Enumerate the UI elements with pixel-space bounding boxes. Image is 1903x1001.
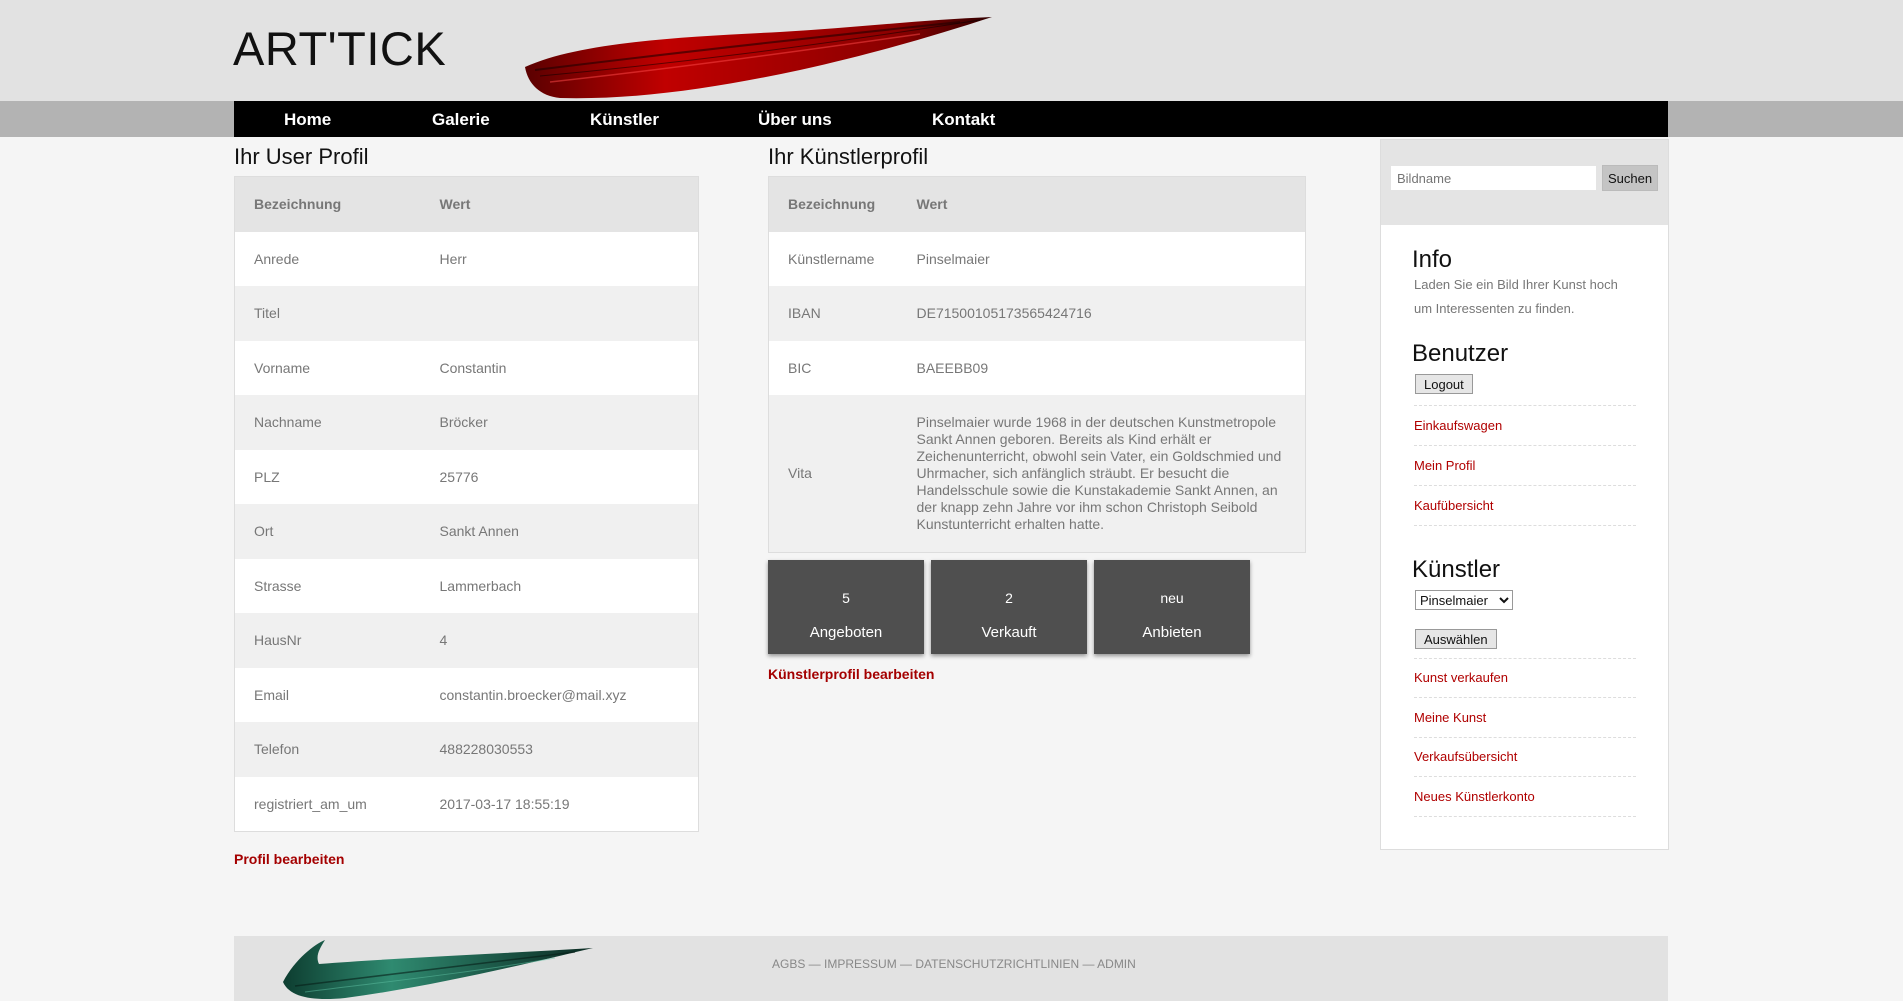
row-label: Titel [234, 286, 421, 341]
site-logo[interactable]: ART'TICK [233, 21, 446, 76]
link-einkaufswagen[interactable]: Einkaufswagen [1414, 406, 1636, 446]
search-button[interactable]: Suchen [1602, 165, 1658, 191]
link-neues-kuenstlerkonto[interactable]: Neues Künstlerkonto [1414, 777, 1636, 817]
table-row: HausNr 4 [234, 613, 699, 668]
table-row: Künstlername Pinselmaier [768, 231, 1306, 286]
row-label: PLZ [234, 449, 421, 504]
col-header-label: Bezeichnung [768, 176, 898, 232]
row-label: Telefon [234, 722, 421, 777]
row-value: Bröcker [420, 395, 699, 450]
table-row: Vorname Constantin [234, 340, 699, 395]
red-brush-stroke-image [525, 17, 992, 99]
edit-profile-link[interactable]: Profil bearbeiten [234, 851, 344, 867]
logout-button[interactable]: Logout [1415, 374, 1473, 394]
nav-ueber-uns[interactable]: Über uns [758, 110, 832, 130]
user-profile-title: Ihr User Profil [234, 144, 369, 169]
col-header-value: Wert [897, 176, 1306, 232]
edit-artist-profile-link[interactable]: Künstlerprofil bearbeiten [768, 666, 934, 682]
row-label: Nachname [234, 395, 421, 450]
artist-profile-title: Ihr Künstlerprofil [768, 144, 929, 169]
table-row: Anrede Herr [234, 231, 699, 286]
stat-sold-button[interactable]: 2 Verkauft [931, 560, 1087, 654]
row-value: DE71500105173565424716 [897, 286, 1306, 341]
search-box: Suchen [1381, 140, 1668, 225]
link-kaufuebersicht[interactable]: Kaufübersicht [1414, 486, 1636, 526]
link-kunst-verkaufen[interactable]: Kunst verkaufen [1414, 658, 1636, 698]
row-value: 25776 [420, 449, 699, 504]
stat-offer-new-value: neu [1160, 590, 1184, 606]
table-header-row: Bezeichnung Wert [234, 176, 699, 232]
table-row: registriert_am_um 2017-03-17 18:55:19 [234, 776, 699, 831]
row-label: Künstlername [768, 231, 898, 286]
sidebar: Suchen Info Laden Sie ein Bild Ihrer Kun… [1380, 139, 1669, 850]
row-value [420, 286, 699, 341]
info-text: Laden Sie ein Bild Ihrer Kunst hoch um I… [1414, 277, 1618, 316]
stat-offer-new-button[interactable]: neu Anbieten [1094, 560, 1250, 654]
row-value: Herr [420, 231, 699, 286]
stat-offer-new-label: Anbieten [1142, 624, 1202, 641]
row-value: 2017-03-17 18:55:19 [420, 776, 699, 831]
select-artist-button[interactable]: Auswählen [1415, 629, 1497, 649]
green-brush-stroke-image [283, 940, 593, 1000]
row-value: Sankt Annen [420, 504, 699, 559]
table-row: Vita Pinselmaier wurde 1968 in der deutsc… [768, 395, 1306, 552]
row-value: BAEEBB09 [897, 340, 1306, 395]
table-row: BIC BAEEBB09 [768, 340, 1306, 395]
table-row: Telefon 488228030553 [234, 722, 699, 777]
row-label: BIC [768, 340, 898, 395]
table-row: Titel [234, 286, 699, 341]
row-label: IBAN [768, 286, 898, 341]
info-title: Info [1412, 246, 1453, 273]
col-header-value: Wert [420, 176, 699, 232]
row-label: Vorname [234, 340, 421, 395]
row-label: registriert_am_um [234, 776, 421, 831]
nav-kontakt[interactable]: Kontakt [932, 110, 995, 130]
table-row: Email constantin.broecker@mail.xyz [234, 667, 699, 722]
link-mein-profil[interactable]: Mein Profil [1414, 446, 1636, 486]
footer-links[interactable]: AGBS — IMPRESSUM — DATENSCHUTZRICHTLINIE… [772, 957, 1136, 971]
user-profile-table: Bezeichnung Wert Anrede Herr Titel Vornam… [234, 176, 699, 832]
stat-offered-button[interactable]: 5 Angeboten [768, 560, 924, 654]
row-value: Lammerbach [420, 558, 699, 613]
stat-sold-label: Verkauft [981, 624, 1037, 641]
table-row: Strasse Lammerbach [234, 558, 699, 613]
row-label: Vita [768, 395, 898, 552]
row-value: 488228030553 [420, 722, 699, 777]
row-label: Anrede [234, 231, 421, 286]
stat-sold-value: 2 [1005, 590, 1013, 606]
main-nav: Home Galerie Künstler Über uns Kontakt [234, 101, 1668, 137]
col-header-label: Bezeichnung [234, 176, 421, 232]
row-label: Ort [234, 504, 421, 559]
table-row: Ort Sankt Annen [234, 504, 699, 559]
artist-profile-table: Bezeichnung Wert Künstlername Pinselmaier… [768, 176, 1306, 553]
row-value: 4 [420, 613, 699, 668]
nav-galerie[interactable]: Galerie [432, 110, 490, 130]
table-row: IBAN DE71500105173565424716 [768, 286, 1306, 341]
link-verkaufsuebersicht[interactable]: Verkaufsübersicht [1414, 737, 1636, 777]
row-label: HausNr [234, 613, 421, 668]
nav-kuenstler[interactable]: Künstler [590, 110, 659, 130]
row-value: Constantin [420, 340, 699, 395]
vita-text: Pinselmaier wurde 1968 in der deutschen … [897, 395, 1306, 552]
table-row: PLZ 25776 [234, 449, 699, 504]
row-value: Pinselmaier [897, 231, 1306, 286]
artist-select[interactable]: Pinselmaier [1415, 590, 1513, 610]
user-section-title: Benutzer [1412, 340, 1509, 367]
row-label: Strasse [234, 558, 421, 613]
nav-home[interactable]: Home [284, 110, 331, 130]
stat-offered-value: 5 [842, 590, 850, 606]
stat-offered-label: Angeboten [809, 624, 883, 641]
link-meine-kunst[interactable]: Meine Kunst [1414, 698, 1636, 738]
row-label: Email [234, 667, 421, 722]
table-header-row: Bezeichnung Wert [768, 176, 1306, 232]
search-input[interactable] [1390, 165, 1597, 191]
row-value: constantin.broecker@mail.xyz [420, 667, 699, 722]
table-row: Nachname Bröcker [234, 395, 699, 450]
artist-section-title: Künstler [1412, 556, 1501, 583]
